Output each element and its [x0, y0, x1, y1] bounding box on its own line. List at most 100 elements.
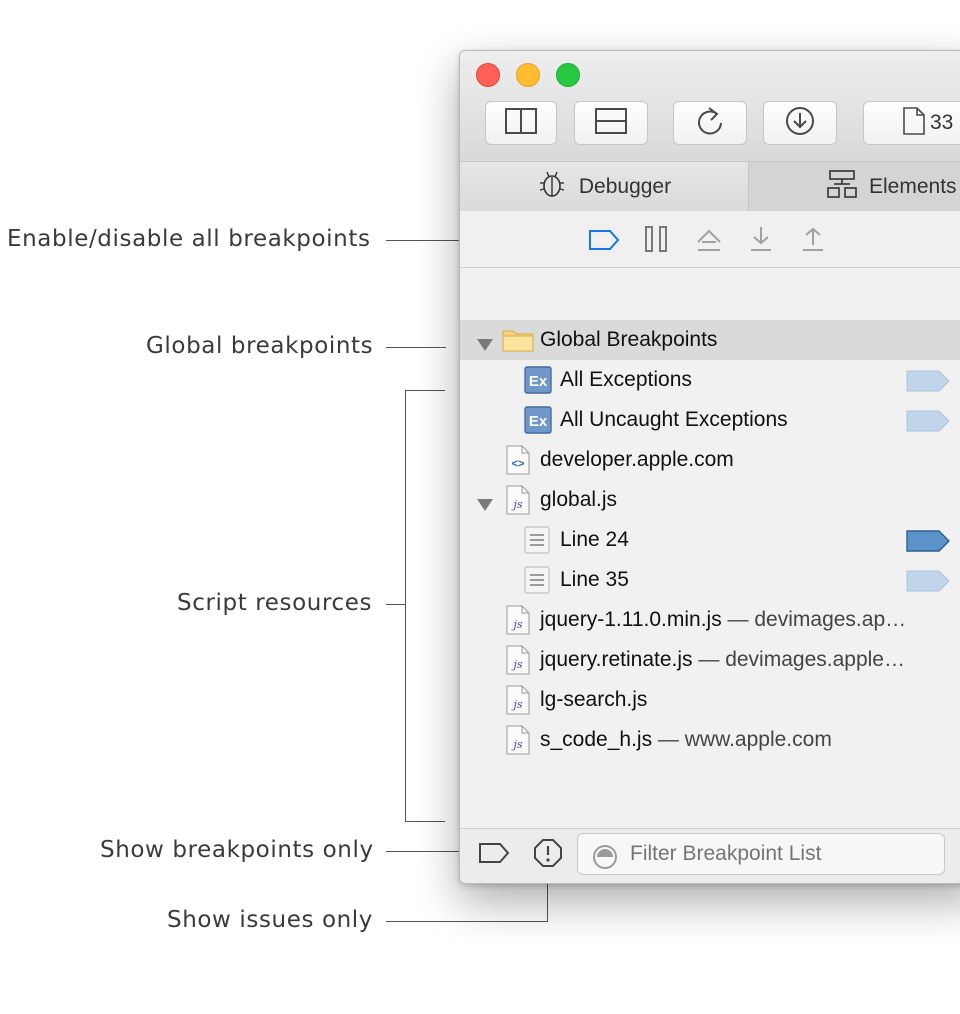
document-icon [902, 106, 926, 140]
callout-enable-all-breakpoints: Enable/disable all breakpoints [7, 226, 371, 252]
tab-elements[interactable]: Elements [749, 162, 960, 211]
step-into-button[interactable] [749, 225, 773, 258]
tree-item-domain: — devimages.ap… [721, 608, 907, 631]
tree-item-label: jquery-1.11.0.min.js — devimages.ap… [540, 608, 906, 632]
tree-item-global-breakpoints[interactable]: Global Breakpoints [460, 320, 960, 360]
tab-debugger-label: Debugger [578, 174, 672, 198]
filter-bar [460, 828, 960, 883]
elements-tree-icon [827, 169, 869, 204]
pause-icon [644, 225, 670, 258]
breakpoint-marker-active[interactable] [906, 530, 950, 558]
tree-item-label: s_code_h.js — www.apple.com [540, 728, 832, 752]
bug-icon [537, 169, 579, 205]
line-breakpoint-icon [524, 526, 550, 560]
tree-item-domain: — www.apple.com [652, 728, 832, 751]
tree-item-label: Line 35 [560, 568, 629, 591]
tree-item-label: lg-search.js [540, 688, 648, 711]
tree-item-label: global.js [540, 488, 618, 511]
filter-breakpoint-list-input[interactable] [577, 833, 945, 875]
dock-side-button[interactable] [485, 101, 557, 145]
tree-item-line-35[interactable]: Line 35 [460, 560, 960, 600]
bracket-line [405, 390, 406, 822]
web-inspector-window: 33 Debugger Elements Global Breakpoints … [459, 50, 960, 884]
tree-item-jquery-min-js[interactable]: js jquery-1.11.0.min.js — devimages.ap… [460, 600, 960, 640]
tree-item-lg-search-js[interactable]: js lg-search.js [460, 680, 960, 720]
tree-item-label: jquery.retinate.js — devimages.apple… [540, 648, 905, 672]
zoom-window-button[interactable] [556, 63, 580, 87]
tree-item-label: All Uncaught Exceptions [560, 408, 788, 431]
tree-item-all-exceptions[interactable]: Ex All Exceptions [460, 360, 960, 400]
breakpoint-marker-inactive[interactable] [906, 370, 950, 398]
callout-show-breakpoints-only: Show breakpoints only [100, 837, 374, 863]
tree-item-label: Line 24 [560, 528, 629, 551]
tree-item-label: Global Breakpoints [540, 328, 718, 351]
toggle-all-breakpoints-button[interactable] [588, 229, 620, 256]
pause-button[interactable] [644, 225, 670, 258]
exception-icon: Ex [524, 366, 552, 400]
show-issues-only-button[interactable] [534, 839, 562, 872]
dock-bottom-button[interactable] [574, 101, 648, 145]
breakpoint-icon [588, 229, 620, 256]
html-document-icon: <> [506, 445, 530, 481]
resource-count: 33 [930, 111, 954, 134]
leader-line [386, 921, 548, 922]
tree-item-jquery-retinate-js[interactable]: js jquery.retinate.js — devimages.apple… [460, 640, 960, 680]
tree-item-all-uncaught-exceptions[interactable]: Ex All Uncaught Exceptions [460, 400, 960, 440]
close-window-button[interactable] [476, 63, 500, 87]
minimize-window-button[interactable] [516, 63, 540, 87]
step-into-icon [749, 225, 773, 258]
reload-button[interactable] [673, 101, 747, 145]
svg-text:Ex: Ex [529, 373, 548, 390]
exception-icon: Ex [524, 406, 552, 440]
tree-item-line-24[interactable]: Line 24 [460, 520, 960, 560]
dock-side-icon [505, 107, 537, 139]
script-file-icon: js [506, 605, 530, 641]
tree-item-developer-apple-com[interactable]: <> developer.apple.com [460, 440, 960, 480]
download-icon [785, 106, 815, 141]
disclosure-triangle-icon[interactable] [476, 334, 494, 358]
download-button[interactable] [763, 101, 837, 145]
step-over-button[interactable] [694, 226, 724, 259]
svg-text:Ex: Ex [529, 413, 548, 430]
folder-icon [502, 328, 534, 358]
tree-item-name: s_code_h.js [540, 728, 653, 751]
bracket-line [405, 821, 445, 822]
leader-line [386, 604, 406, 605]
disclosure-triangle-icon[interactable] [476, 494, 494, 518]
dock-bottom-icon [595, 107, 627, 139]
breakpoints-tree: Global Breakpoints Ex All Exceptions Ex … [460, 268, 960, 828]
step-out-button[interactable] [801, 225, 825, 258]
script-file-icon: js [506, 725, 530, 761]
tree-item-name: jquery.retinate.js [540, 648, 693, 671]
step-out-icon [801, 225, 825, 258]
tab-bar: Debugger Elements [460, 161, 960, 212]
title-bar: 33 [460, 51, 960, 161]
breakpoint-marker-inactive[interactable] [906, 570, 950, 598]
resources-count-button[interactable]: 33 [863, 101, 960, 145]
line-breakpoint-icon [524, 566, 550, 600]
tree-item-global-js[interactable]: js global.js [460, 480, 960, 520]
tree-item-s-code-h-js[interactable]: js s_code_h.js — www.apple.com [460, 720, 960, 760]
callout-script-resources: Script resources [177, 590, 373, 616]
filter-icon [592, 844, 618, 875]
tab-elements-label: Elements [869, 174, 957, 198]
warning-icon [534, 839, 562, 871]
bracket-line [405, 390, 445, 391]
svg-text:<>: <> [512, 458, 525, 470]
tree-item-domain: — devimages.apple… [692, 648, 905, 671]
show-breakpoints-only-button[interactable] [478, 842, 510, 869]
script-file-icon: js [506, 685, 530, 721]
breakpoint-icon [478, 843, 510, 868]
tree-item-name: jquery-1.11.0.min.js [540, 608, 722, 631]
tree-item-label: All Exceptions [560, 368, 692, 391]
reload-icon [696, 106, 724, 141]
script-file-icon: js [506, 645, 530, 681]
leader-line [386, 851, 470, 852]
tab-debugger[interactable]: Debugger [460, 162, 749, 211]
leader-line [386, 347, 446, 348]
script-file-icon: js [506, 485, 530, 521]
tree-item-label: developer.apple.com [540, 448, 734, 471]
debugger-navigation-bar [460, 211, 960, 268]
step-over-icon [694, 226, 724, 259]
breakpoint-marker-inactive[interactable] [906, 410, 950, 438]
